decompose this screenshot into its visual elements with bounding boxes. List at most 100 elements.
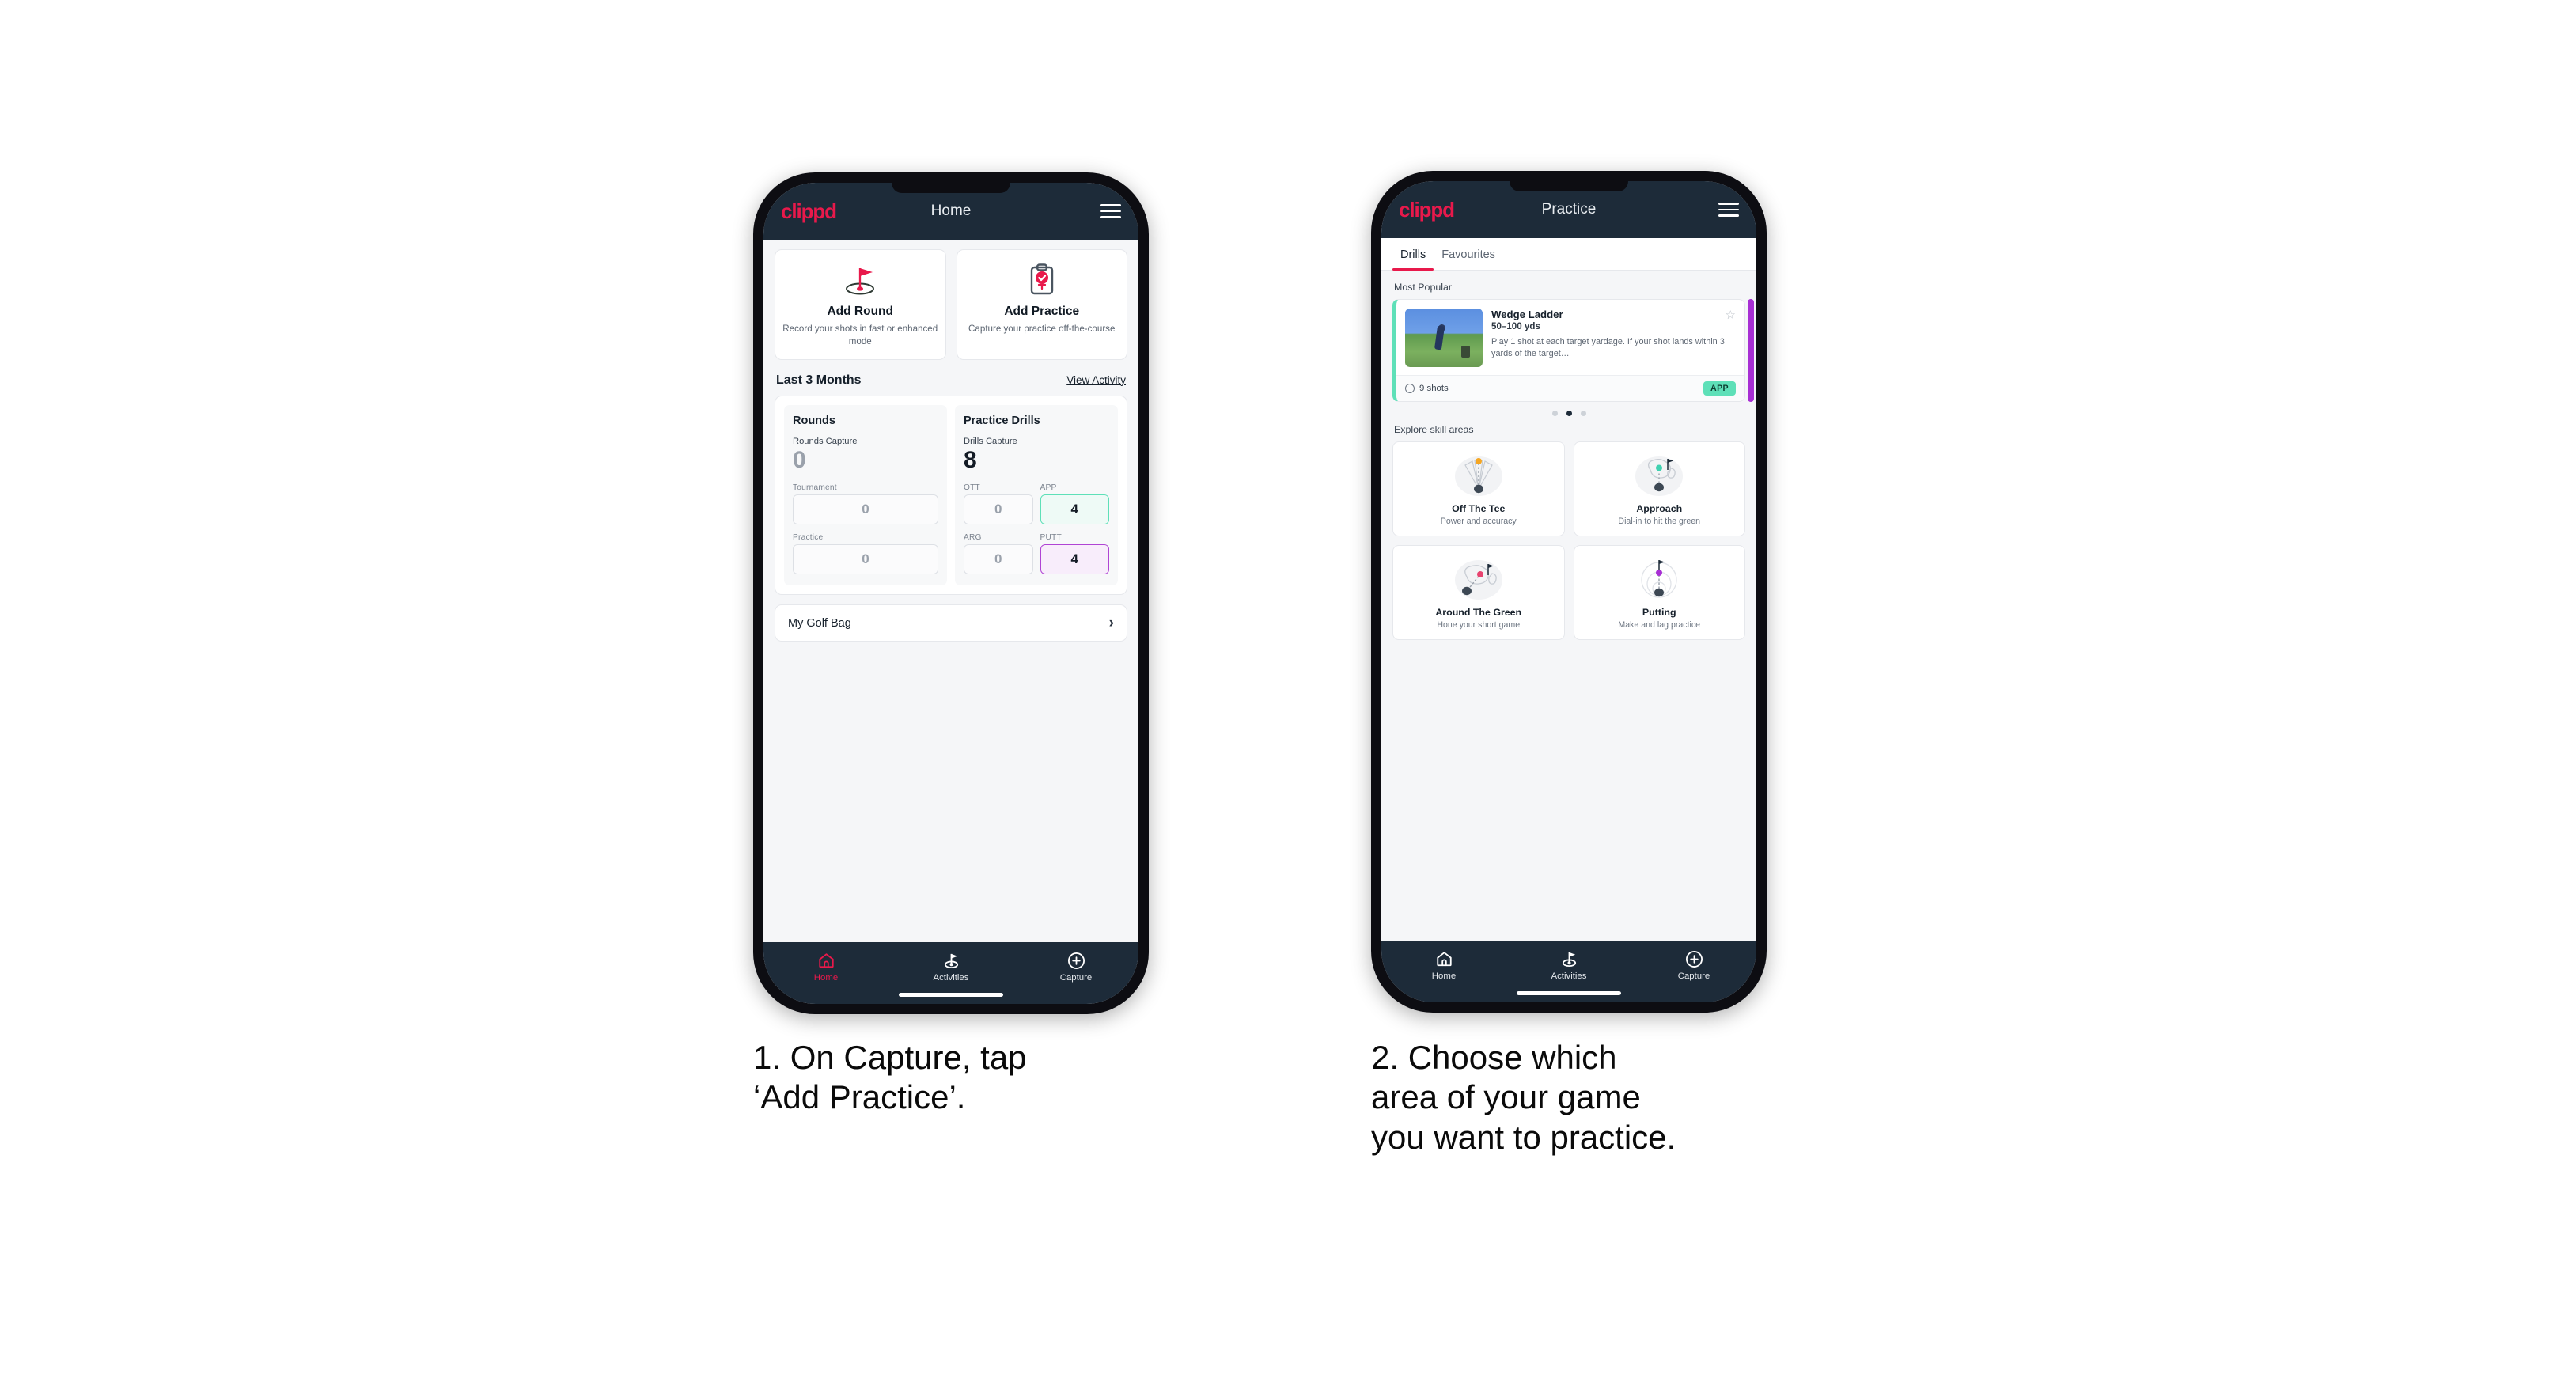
explore-skill-areas-label: Explore skill areas xyxy=(1394,424,1474,435)
phone1-notch xyxy=(892,183,1010,193)
practice-value[interactable]: 0 xyxy=(793,544,938,575)
app-label: APP xyxy=(1040,483,1057,493)
tab-activities-label: Activities xyxy=(933,973,969,983)
tournament-metric: Tournament 0 xyxy=(793,483,938,525)
carousel-dot[interactable] xyxy=(1580,411,1586,416)
golf-flag-hole-icon xyxy=(780,262,941,298)
tab-capture-label: Capture xyxy=(1059,973,1093,983)
app-value[interactable]: 4 xyxy=(1040,494,1109,525)
skill-title: Off The Tee xyxy=(1452,503,1506,514)
add-practice-title: Add Practice xyxy=(1004,305,1080,318)
star-outline-icon[interactable]: ☆ xyxy=(1726,308,1736,322)
practice-drills-column: Practice Drills Drills Capture 8 OTT 0 A… xyxy=(955,404,1118,586)
drills-metric-row-1: OTT 0 APP 4 xyxy=(964,483,1109,525)
drills-capture-label: Drills Capture xyxy=(964,436,1017,446)
phone2-content: Drills Favourites Most Popular ☆ Wedge L… xyxy=(1381,238,1756,1002)
skill-title: Around The Green xyxy=(1435,607,1522,618)
tab-activities[interactable]: Activities xyxy=(888,950,1013,983)
drills-heading: Practice Drills xyxy=(964,414,1040,427)
add-round-title: Add Round xyxy=(827,305,893,318)
phone1-tabbar: Home Activities Capture xyxy=(763,942,1138,1004)
home-indicator xyxy=(1517,991,1621,995)
drill-card-wedge-ladder[interactable]: ☆ Wedge Ladder 50–100 yds Play 1 shot at… xyxy=(1392,299,1745,402)
phone2-tabbar: Home Activities Capture xyxy=(1381,941,1756,1002)
tab-home-label: Home xyxy=(1431,971,1457,981)
practice-tabs: Drills Favourites xyxy=(1381,238,1756,271)
drill-description: Play 1 shot at each target yardage. If y… xyxy=(1491,337,1725,359)
carousel-dot[interactable] xyxy=(1551,411,1558,416)
drills-capture-value: 8 xyxy=(964,446,977,473)
tab-home[interactable]: Home xyxy=(1381,949,1506,981)
tab-favourites[interactable]: Favourites xyxy=(1434,238,1503,270)
tab-activities-label: Activities xyxy=(1551,971,1587,981)
hamburger-icon[interactable] xyxy=(1718,199,1739,221)
skill-card-approach[interactable]: Approach Dial-in to hit the green xyxy=(1573,441,1745,536)
view-activity-link[interactable]: View Activity xyxy=(1066,374,1126,386)
practice-label: Practice xyxy=(793,533,824,543)
add-round-card[interactable]: Add Round Record your shots in fast or e… xyxy=(775,249,946,360)
tab-capture[interactable]: Capture xyxy=(1631,949,1756,981)
drill-card-footer: 9 shots APP xyxy=(1396,375,1744,401)
drill-meta: ☆ Wedge Ladder 50–100 yds Play 1 shot at… xyxy=(1491,309,1736,367)
putt-value[interactable]: 4 xyxy=(1040,544,1109,575)
clock-icon xyxy=(1405,384,1415,393)
rounds-column: Rounds Rounds Capture 0 Tournament 0 Pra… xyxy=(784,404,947,586)
chevron-right-icon: › xyxy=(1108,614,1114,631)
clipboard-check-tee-icon xyxy=(962,262,1123,298)
tab-drills[interactable]: Drills xyxy=(1392,238,1434,271)
phone1-content: Add Round Record your shots in fast or e… xyxy=(763,240,1138,1004)
add-practice-subtitle: Capture your practice off-the-course xyxy=(968,324,1116,334)
skill-subtitle: Make and lag practice xyxy=(1618,620,1701,630)
ott-value[interactable]: 0 xyxy=(964,494,1033,525)
drill-carousel[interactable]: ☆ Wedge Ladder 50–100 yds Play 1 shot at… xyxy=(1392,299,1754,402)
section-title: Last 3 Months xyxy=(776,373,862,387)
golf-flag-icon xyxy=(1506,949,1631,969)
golf-flag-icon xyxy=(888,950,1013,971)
rounds-capture-label: Rounds Capture xyxy=(793,436,858,446)
hamburger-icon[interactable] xyxy=(1100,200,1121,222)
stats-panel: Rounds Rounds Capture 0 Tournament 0 Pra… xyxy=(775,395,1127,596)
home-icon xyxy=(1381,949,1506,969)
last-3-months-header: Last 3 Months View Activity xyxy=(776,373,1126,388)
clippd-logo[interactable]: clippd xyxy=(781,199,837,224)
my-golf-bag-label: My Golf Bag xyxy=(788,616,851,630)
tab-home[interactable]: Home xyxy=(763,950,888,983)
tournament-value[interactable]: 0 xyxy=(793,494,938,525)
skill-card-putting[interactable]: Putting Make and lag practice xyxy=(1573,545,1745,640)
rounds-heading: Rounds xyxy=(793,414,835,427)
putt-metric: PUTT 4 xyxy=(1040,533,1109,575)
drill-thumbnail xyxy=(1405,309,1483,367)
app-metric: APP 4 xyxy=(1040,483,1109,525)
tab-activities[interactable]: Activities xyxy=(1506,949,1631,981)
phone2-screen: clippd Practice Drills Favourites Most P… xyxy=(1381,181,1756,1002)
plus-circle-icon xyxy=(1013,950,1138,971)
carousel-dot-active[interactable] xyxy=(1566,411,1572,416)
next-card-peek[interactable] xyxy=(1748,299,1754,402)
home-indicator xyxy=(899,993,1003,997)
putt-label: PUTT xyxy=(1040,533,1062,543)
my-golf-bag-row[interactable]: My Golf Bag › xyxy=(775,604,1127,642)
arg-value[interactable]: 0 xyxy=(964,544,1033,575)
arg-label: ARG xyxy=(964,533,982,543)
skill-subtitle: Dial-in to hit the green xyxy=(1618,517,1701,526)
action-card-row: Add Round Record your shots in fast or e… xyxy=(775,249,1127,360)
skill-card-around-the-green[interactable]: Around The Green Hone your short game xyxy=(1392,545,1565,640)
caption-step-2: 2. Choose which area of your game you wa… xyxy=(1371,1039,1676,1156)
skill-badge: APP xyxy=(1703,381,1736,396)
clippd-logo[interactable]: clippd xyxy=(1399,198,1455,222)
ott-label: OTT xyxy=(964,483,980,493)
tab-capture-label: Capture xyxy=(1677,971,1710,981)
drills-metric-row-2: ARG 0 PUTT 4 xyxy=(964,533,1109,575)
drill-shots: 9 shots xyxy=(1419,384,1449,393)
skill-card-off-the-tee[interactable]: Off The Tee Power and accuracy xyxy=(1392,441,1565,536)
tab-capture[interactable]: Capture xyxy=(1013,950,1138,983)
putting-rings-icon xyxy=(1579,555,1741,604)
home-icon xyxy=(763,950,888,971)
carousel-dots xyxy=(1392,411,1745,416)
rounds-capture-value: 0 xyxy=(793,446,806,473)
phone1-scroll: Add Round Record your shots in fast or e… xyxy=(763,240,1138,942)
phone1-screen: clippd Home Add Round Record your shots … xyxy=(763,183,1138,1004)
tab-drills-label: Drills xyxy=(1400,248,1426,261)
phone-mockup-home: clippd Home Add Round Record your shots … xyxy=(753,172,1149,1014)
add-practice-card[interactable]: Add Practice Capture your practice off-t… xyxy=(956,249,1127,360)
